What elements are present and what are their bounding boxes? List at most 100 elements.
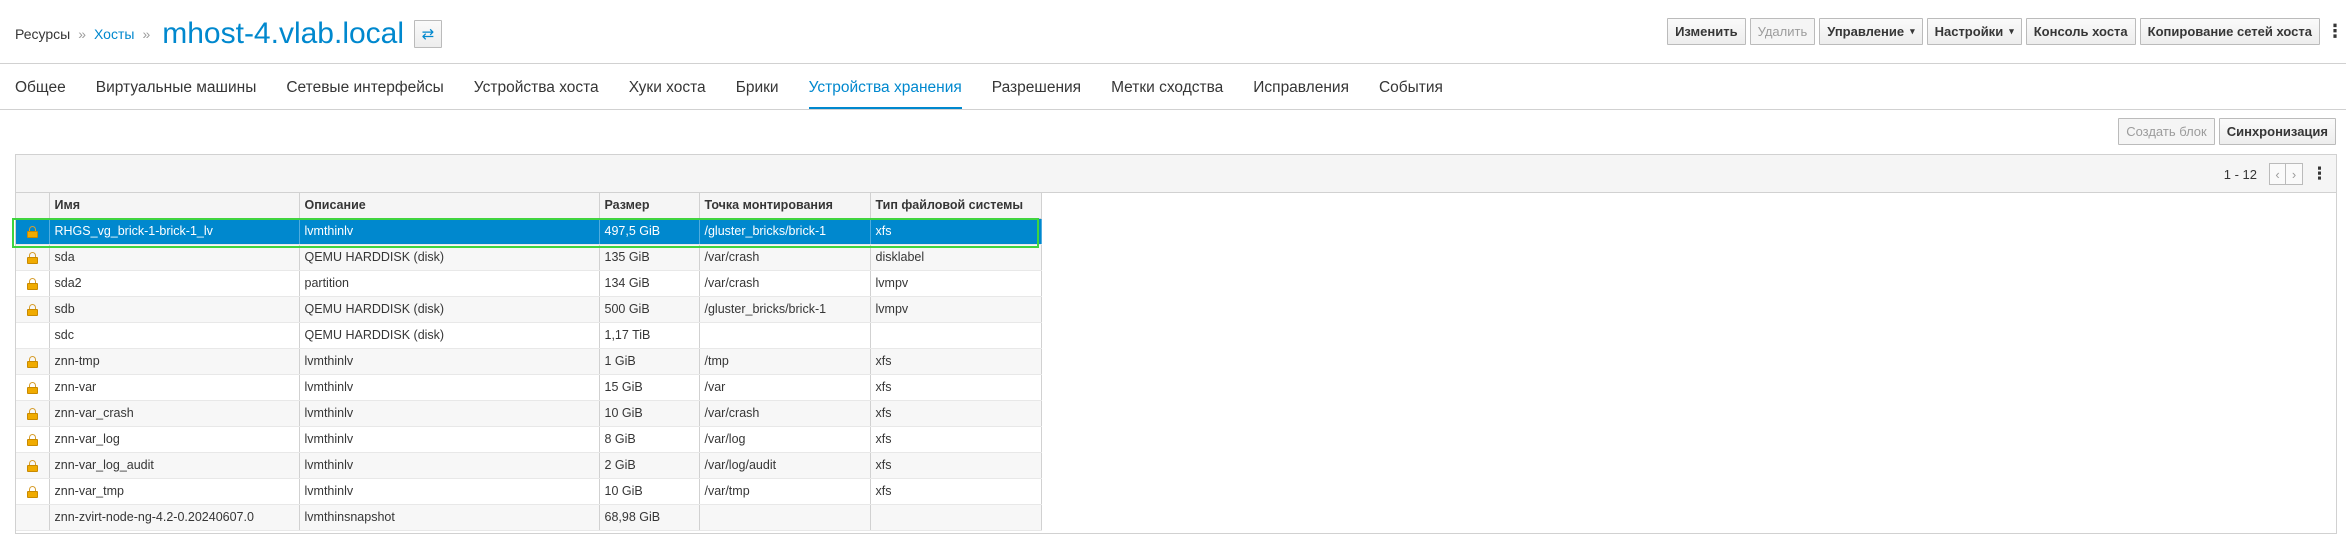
cell-fs-type: xfs <box>870 426 1042 453</box>
breadcrumb-hosts-link[interactable]: Хосты <box>94 26 134 42</box>
swap-arrows-icon: ⇄ <box>421 26 435 43</box>
cell-name: sda2 <box>49 270 300 297</box>
cell-fs-type: xfs <box>870 218 1042 245</box>
tab-9[interactable]: Исправления <box>1253 79 1349 109</box>
storage-actions: Создать блок Синхронизация <box>2114 118 2336 145</box>
kebab-menu-icon[interactable]: ⋮ <box>2324 18 2346 45</box>
table-row[interactable]: znn-var_crash lvmthinlv 10 GiB/var/crash xf… <box>16 400 1042 427</box>
table-row[interactable]: znn-zvirt-node-ng-4.2-0.20240607.0 lvmthi… <box>16 504 1042 531</box>
table-row[interactable]: znn-tmp lvmthinlv 1 GiB/tmp xfs <box>16 348 1042 375</box>
column-header-fs-type[interactable]: Тип файловой системы <box>870 193 1042 219</box>
header-actions: Изменить Удалить Управление ▾ Настройки … <box>1663 17 2346 45</box>
copy-host-networks-button[interactable]: Копирование сетей хоста <box>2139 17 2320 45</box>
tab-10[interactable]: События <box>1379 79 1443 109</box>
cell-description: lvmthinlv <box>299 374 600 401</box>
table-row[interactable]: znn-var_tmp lvmthinlv 10 GiB/var/tmp xfs <box>16 478 1042 505</box>
tab-0[interactable]: Общее <box>15 79 66 109</box>
cell-mount-point: /gluster_bricks/brick-1 <box>699 296 871 323</box>
cell-size: 135 GiB <box>599 244 700 271</box>
create-brick-button[interactable]: Создать блок <box>2118 118 2215 145</box>
chevron-down-icon: ▾ <box>1910 25 1915 36</box>
kebab-menu-icon[interactable]: ⋮ <box>2311 164 2328 184</box>
cell-lock <box>16 452 50 479</box>
tab-2[interactable]: Сетевые интерфейсы <box>286 79 443 109</box>
breadcrumb-separator: » <box>142 26 151 42</box>
cell-mount-point: /tmp <box>699 348 871 375</box>
cell-description: QEMU HARDDISK (disk) <box>299 296 600 323</box>
cell-size: 8 GiB <box>599 426 700 453</box>
remove-button[interactable]: Удалить <box>1749 17 1816 45</box>
cell-lock <box>16 322 50 349</box>
cell-fs-type: disklabel <box>870 244 1042 271</box>
cell-mount-point: /var/crash <box>699 270 871 297</box>
table-header-row: Имя Описание Размер Точка монтирования Т… <box>16 193 1042 219</box>
lock-icon <box>26 459 38 472</box>
cell-description: lvmthinlv <box>299 452 600 479</box>
column-header-name[interactable]: Имя <box>49 193 300 219</box>
management-dropdown[interactable]: Управление ▾ <box>1819 17 1923 45</box>
lock-icon <box>26 355 38 368</box>
cell-size: 68,98 GiB <box>599 504 700 531</box>
tab-6[interactable]: Устройства хранения <box>808 79 962 109</box>
column-header-mount-point[interactable]: Точка монтирования <box>699 193 871 219</box>
cell-mount-point: /var/crash <box>699 400 871 427</box>
table-row[interactable]: RHGS_vg_brick-1-brick-1_lv lvmthinlv 497,5… <box>16 218 1042 245</box>
tab-7[interactable]: Разрешения <box>992 79 1081 109</box>
cell-name: znn-var_log_audit <box>49 452 300 479</box>
table-row[interactable]: sda QEMU HARDDISK (disk) 135 GiB/var/crash… <box>16 244 1042 271</box>
table-row[interactable]: sda2 partition 134 GiB/var/crash lvmpv <box>16 270 1042 297</box>
cell-size: 10 GiB <box>599 478 700 505</box>
cell-mount-point <box>699 322 871 349</box>
tab-4[interactable]: Хуки хоста <box>629 79 706 109</box>
table-row[interactable]: znn-var_log_audit lvmthinlv 2 GiB/var/log/… <box>16 452 1042 479</box>
cell-lock <box>16 400 50 427</box>
column-header-description[interactable]: Описание <box>299 193 600 219</box>
chevron-left-icon: ‹ <box>2275 166 2280 182</box>
cell-lock <box>16 218 50 245</box>
cell-description: lvmthinlv <box>299 426 600 453</box>
breadcrumb: Ресурсы » Хосты » mhost-4.vlab.local ⇄ <box>15 14 443 54</box>
cell-size: 500 GiB <box>599 296 700 323</box>
detail-tabs: Общее Виртуальные машины Сетевые интерфейс… <box>0 64 2346 110</box>
prev-page-button[interactable]: ‹ <box>2269 163 2286 185</box>
table-row[interactable]: sdb QEMU HARDDISK (disk) 500 GiB/gluster_b… <box>16 296 1042 323</box>
cell-fs-type: lvmpv <box>870 296 1042 323</box>
host-console-button[interactable]: Консоль хоста <box>2025 17 2136 45</box>
table-row[interactable]: sdc QEMU HARDDISK (disk) 1,17 TiB <box>16 322 1042 349</box>
settings-dropdown[interactable]: Настройки ▾ <box>1926 17 2022 45</box>
cell-size: 10 GiB <box>599 400 700 427</box>
grid-toolbar: 1 - 12 ‹ › ⋮ <box>16 155 2336 193</box>
cell-mount-point: /var <box>699 374 871 401</box>
cell-name: RHGS_vg_brick-1-brick-1_lv <box>49 218 300 245</box>
cell-name: znn-var_tmp <box>49 478 300 505</box>
tab-1[interactable]: Виртуальные машины <box>96 79 257 109</box>
settings-label: Настройки <box>1934 23 2004 39</box>
edit-button[interactable]: Изменить <box>1667 17 1746 45</box>
cell-name: sdb <box>49 296 300 323</box>
column-header-size[interactable]: Размер <box>599 193 700 219</box>
cell-name: znn-zvirt-node-ng-4.2-0.20240607.0 <box>49 504 300 531</box>
cell-size: 497,5 GiB <box>599 218 700 245</box>
switch-host-button[interactable]: ⇄ <box>414 20 443 48</box>
tab-5[interactable]: Брики <box>736 79 779 109</box>
table-row[interactable]: znn-var lvmthinlv 15 GiB/var xfs <box>16 374 1042 401</box>
cell-mount-point: /var/log <box>699 426 871 453</box>
table-row[interactable]: znn-var_log lvmthinlv 8 GiB/var/log xfs <box>16 426 1042 453</box>
management-label: Управление <box>1827 23 1905 39</box>
cell-size: 134 GiB <box>599 270 700 297</box>
cell-fs-type: lvmpv <box>870 270 1042 297</box>
cell-fs-type <box>870 322 1042 349</box>
next-page-button[interactable]: › <box>2286 163 2303 185</box>
cell-mount-point: /var/log/audit <box>699 452 871 479</box>
cell-lock <box>16 244 50 271</box>
tab-8[interactable]: Метки сходства <box>1111 79 1223 109</box>
cell-name: znn-var_crash <box>49 400 300 427</box>
chevron-down-icon: ▾ <box>2009 25 2014 36</box>
sync-button[interactable]: Синхронизация <box>2218 118 2336 145</box>
cell-description: lvmthinlv <box>299 348 600 375</box>
pager-range: 1 - 12 <box>2223 166 2257 182</box>
tab-3[interactable]: Устройства хоста <box>474 79 599 109</box>
storage-devices-grid: 1 - 12 ‹ › ⋮ Имя Описание Размер Точка м… <box>15 154 2337 534</box>
cell-lock <box>16 270 50 297</box>
cell-name: sdc <box>49 322 300 349</box>
